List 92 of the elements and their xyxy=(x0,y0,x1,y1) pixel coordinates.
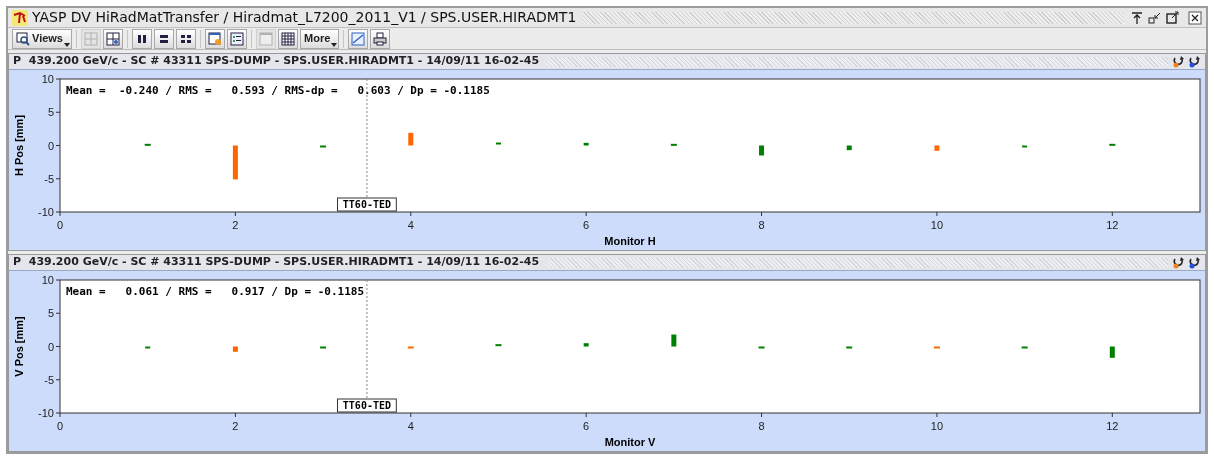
refresh-icon[interactable] xyxy=(1172,256,1186,269)
columns-button[interactable] xyxy=(132,28,152,49)
pin-icon[interactable] xyxy=(1130,10,1144,25)
position-bar xyxy=(670,143,677,146)
position-bar xyxy=(846,346,853,349)
x-tick-label: 6 xyxy=(583,420,590,432)
position-bar xyxy=(583,343,589,347)
position-bar xyxy=(1022,145,1028,148)
y-tick-label: 10 xyxy=(41,274,54,286)
x-tick-label: 6 xyxy=(583,219,590,231)
settings-button[interactable] xyxy=(205,28,225,49)
position-bar xyxy=(1109,346,1115,358)
ref-line-label: TT60-TED xyxy=(342,199,392,210)
position-bar xyxy=(758,346,765,349)
x-tick-label: 2 xyxy=(232,219,239,231)
y-tick-label: 5 xyxy=(47,106,54,119)
position-bar xyxy=(1021,346,1028,349)
x-tick-label: 12 xyxy=(1106,420,1119,432)
x-tick-label: 10 xyxy=(930,420,944,432)
x-tick-label: 4 xyxy=(407,219,414,231)
position-bar xyxy=(934,145,940,151)
position-bar xyxy=(407,346,414,349)
layout-button[interactable] xyxy=(103,28,123,49)
refresh-icon[interactable] xyxy=(1172,55,1186,68)
position-bar xyxy=(320,145,327,148)
position-bar xyxy=(232,346,238,352)
position-bar xyxy=(1109,143,1116,146)
minimize-icon[interactable] xyxy=(1148,10,1162,25)
x-axis-title: Monitor H xyxy=(604,235,656,247)
y-tick-label: 5 xyxy=(47,307,54,320)
stats-text: Mean = 0.061 / RMS = 0.917 / Dp = -0.1185 xyxy=(66,285,364,298)
table-icon xyxy=(281,31,295,46)
panel-header: P 439.200 GeV/c - SC # 43311 SPS-DUMP - SPS.USER.HIRADMT1 - 14/09/11 16-02-45 xyxy=(12,53,541,70)
caret-icon xyxy=(331,42,338,47)
y-tick-label: -10 xyxy=(38,407,54,419)
position-bar xyxy=(408,132,414,146)
refresh-icon[interactable] xyxy=(1188,256,1202,269)
window-gear-icon xyxy=(208,31,222,46)
y-axis-title: V Pos [mm] xyxy=(13,316,25,377)
x-tick-label: 12 xyxy=(1106,219,1119,231)
y-tick-label: 10 xyxy=(41,73,54,85)
chart-arrow-icon xyxy=(351,31,366,46)
more-dropdown-button[interactable]: More xyxy=(300,28,340,49)
y-tick-label: 0 xyxy=(47,139,54,152)
x-tick-label: 0 xyxy=(56,420,64,432)
print-button[interactable] xyxy=(370,28,391,49)
position-bar xyxy=(846,145,852,151)
grid-icon xyxy=(84,31,98,46)
panel-header: P 439.200 GeV/c - SC # 43311 SPS-DUMP - SPS.USER.HIRADMT1 - 14/09/11 16-02-45 xyxy=(12,254,541,271)
print-icon xyxy=(373,31,388,46)
position-bar xyxy=(759,145,765,156)
position-bar xyxy=(495,344,502,347)
rows-button[interactable] xyxy=(154,28,174,49)
close-icon[interactable] xyxy=(1188,10,1202,25)
position-bar xyxy=(933,346,940,349)
y-tick-label: -5 xyxy=(44,172,54,185)
export-button[interactable] xyxy=(348,28,369,49)
views-dropdown-button[interactable]: Views xyxy=(12,28,72,49)
maximize-icon[interactable] xyxy=(1166,10,1180,25)
tiles-button[interactable] xyxy=(176,28,196,49)
table-button[interactable] xyxy=(278,28,298,49)
position-bar xyxy=(320,346,327,349)
x-tick-label: 2 xyxy=(232,420,239,432)
x-axis-title: Monitor V xyxy=(604,436,656,448)
y-tick-label: -10 xyxy=(38,206,54,218)
x-tick-label: 4 xyxy=(407,420,414,432)
position-bar xyxy=(145,346,151,349)
list-button[interactable] xyxy=(227,28,247,49)
position-bar xyxy=(144,143,151,146)
window-icon xyxy=(259,31,273,46)
marker-label: TT60-TED xyxy=(337,197,397,212)
x-tick-label: 8 xyxy=(758,420,765,432)
magnifier-icon xyxy=(16,31,30,46)
marker-label: TT60-TED xyxy=(337,398,397,413)
position-bar xyxy=(232,145,238,180)
refresh-icon[interactable] xyxy=(1188,55,1202,68)
position-bar xyxy=(671,334,677,347)
x-tick-label: 8 xyxy=(758,219,765,231)
y-axis-title: H Pos [mm] xyxy=(13,114,25,177)
stats-text: Mean = -0.240 / RMS = 0.593 / RMS-dp = 0.603 / Dp = -0.1185 xyxy=(66,84,490,97)
position-bar xyxy=(495,142,501,145)
ref-line-label: TT60-TED xyxy=(342,400,392,411)
x-tick-label: 0 xyxy=(56,219,64,231)
window-title: YASP DV HiRadMatTransfer / Hiradmat_L7200_2011_V1 / SPS.USER.HIRADMT1 xyxy=(32,8,577,27)
y-tick-label: -5 xyxy=(44,373,54,386)
position-bar xyxy=(583,142,589,146)
caret-icon xyxy=(64,42,70,47)
list-icon xyxy=(230,31,244,46)
app-logo-icon xyxy=(12,9,28,26)
layout-icon xyxy=(106,31,120,46)
y-tick-label: 0 xyxy=(47,340,54,353)
x-tick-label: 10 xyxy=(930,219,944,231)
